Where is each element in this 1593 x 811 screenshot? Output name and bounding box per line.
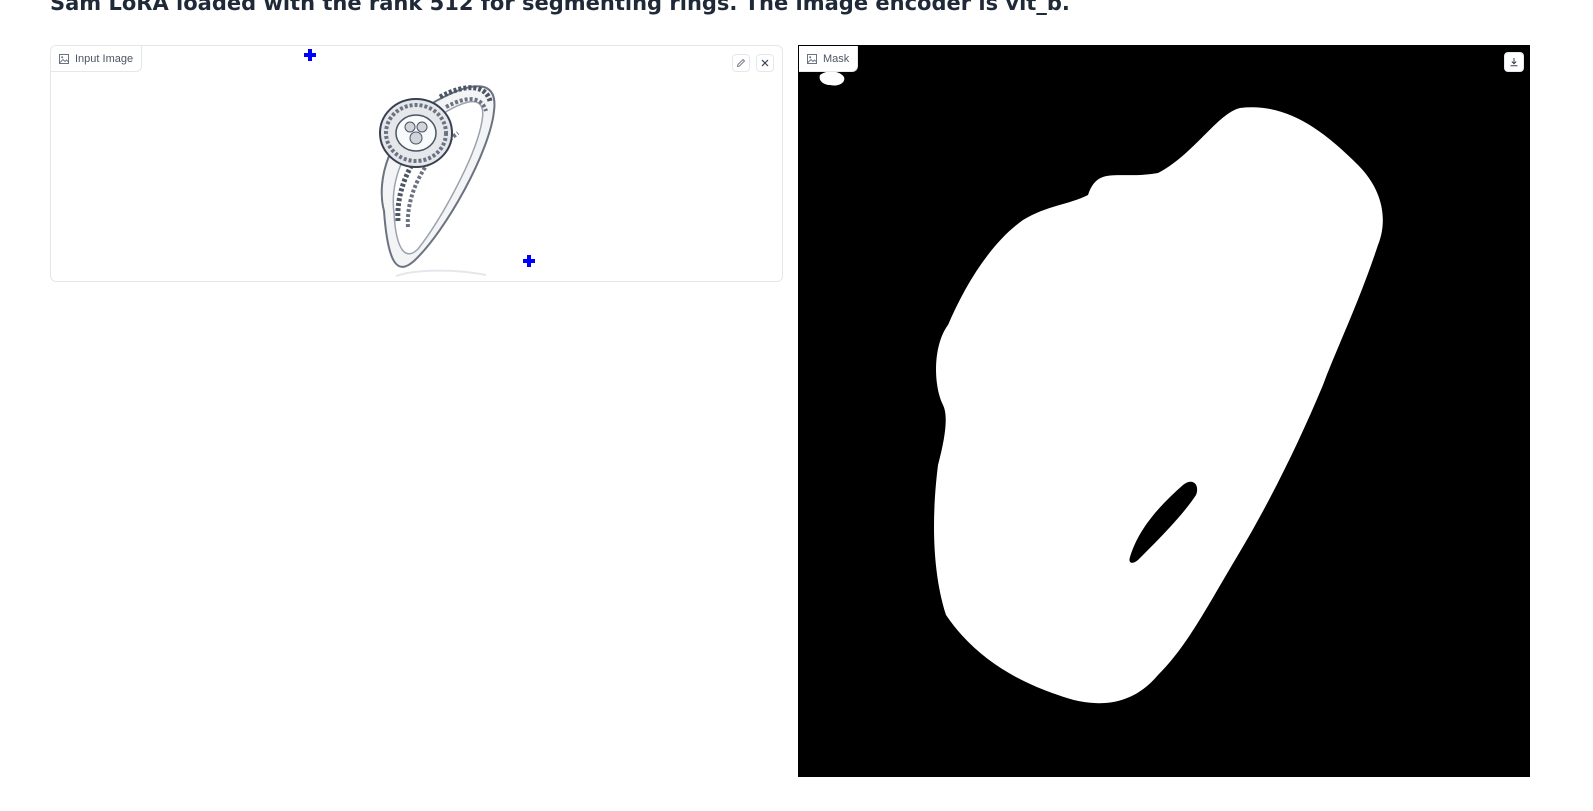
app-page: Sam LoRA loaded with the rank 512 for se…	[0, 0, 1593, 811]
input-image-label: Input Image	[51, 46, 143, 72]
prompt-point-marker[interactable]	[523, 255, 535, 267]
ring-image[interactable]	[336, 61, 516, 282]
mask-output-panel: Mask	[798, 45, 1530, 777]
input-image-label-text: Input Image	[75, 52, 134, 65]
download-button[interactable]	[1504, 52, 1524, 72]
mask-label-text: Mask	[823, 52, 850, 65]
close-icon	[761, 59, 769, 67]
edit-button[interactable]	[732, 54, 750, 72]
pencil-icon	[736, 58, 746, 68]
image-icon	[59, 53, 69, 64]
mask-image	[798, 45, 1530, 777]
clear-image-button[interactable]	[756, 54, 774, 72]
mask-label: Mask	[799, 46, 859, 72]
download-icon	[1510, 58, 1518, 67]
prompt-point-marker[interactable]	[304, 49, 316, 61]
image-icon	[807, 53, 817, 64]
input-image-panel[interactable]: Input Image	[50, 45, 783, 282]
page-heading: Sam LoRA loaded with the rank 512 for se…	[50, 0, 1070, 15]
